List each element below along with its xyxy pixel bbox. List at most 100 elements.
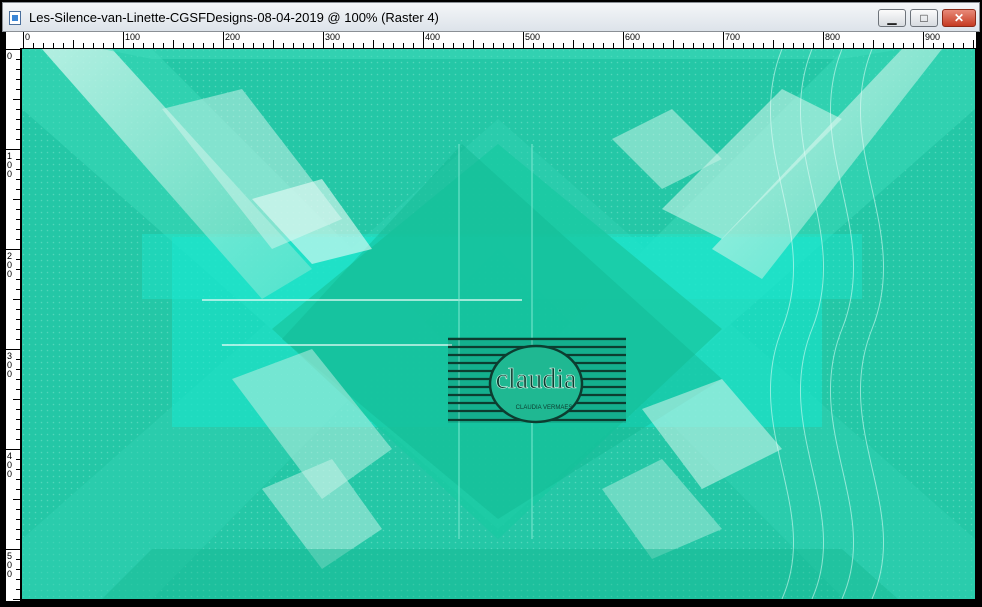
ruler-label: 500 [525,32,541,42]
ruler-tick [16,329,20,330]
ruler-tick [143,43,144,48]
ruler-tick [553,43,554,48]
horizontal-ruler[interactable]: 0 100 200 300 400 500 600 700 800 900 [20,32,976,49]
ruler-tick [16,469,20,470]
ruler-tick [13,599,20,600]
ruler-tick [16,79,20,80]
ruler-tick [653,43,654,48]
ruler-tick [16,429,20,430]
ruler-tick [483,43,484,48]
ruler-tick [393,43,394,48]
ruler-tick [16,419,20,420]
ruler-label: 0 [7,51,13,61]
ruler-tick [16,509,20,510]
maximize-icon: □ [920,11,928,25]
ruler-tick [563,43,564,48]
ruler-tick [703,43,704,48]
ruler-tick [16,269,20,270]
ruler-tick [953,43,954,48]
ruler-tick [16,289,20,290]
ruler-tick [16,439,20,440]
ruler-tick [16,179,20,180]
ruler-label: 200 [225,32,241,42]
ruler-tick [16,389,20,390]
ruler-tick [16,539,20,540]
ruler-tick [833,43,834,48]
image-canvas[interactable]: claudia CLAUDIA VERMAES [22,49,975,599]
ruler-tick [523,32,524,48]
ruler-tick [443,43,444,48]
ruler-tick [203,43,204,48]
ruler-tick [853,43,854,48]
ruler-tick [723,32,724,48]
ruler-label: 900 [925,32,941,42]
image-window: Les-Silence-van-Linette-CGSFDesigns-08-0… [0,0,982,607]
ruler-tick [923,32,924,48]
ruler-tick [16,69,20,70]
ruler-tick [463,43,464,48]
ruler-tick [373,40,374,48]
ruler-tick [193,43,194,48]
ruler-label: 300 [7,351,13,379]
ruler-tick [16,239,20,240]
ruler-tick [16,169,20,170]
ruler-tick [383,43,384,48]
ruler-tick [333,43,334,48]
ruler-tick [493,43,494,48]
ruler-label: 700 [725,32,741,42]
ruler-tick [773,40,774,48]
ruler-tick [263,43,264,48]
ruler-label: 300 [325,32,341,42]
ruler-tick [503,43,504,48]
ruler-tick [16,129,20,130]
ruler-label: 400 [7,451,13,479]
ruler-tick [243,43,244,48]
ruler-tick [603,43,604,48]
minimize-button[interactable]: ▁ [878,9,906,27]
ruler-tick [843,43,844,48]
ruler-label: 800 [825,32,841,42]
ruler-tick [53,43,54,48]
ruler-tick [73,40,74,48]
image-document-icon [9,11,21,25]
ruler-tick [733,43,734,48]
ruler-tick [33,43,34,48]
ruler-tick [883,43,884,48]
ruler-tick [16,259,20,260]
ruler-tick [6,49,20,50]
ruler-label: 100 [7,151,13,179]
ruler-tick [16,379,20,380]
ruler-tick [423,32,424,48]
ruler-tick [823,32,824,48]
vertical-ruler[interactable]: 0 100 200 300 400 500 [6,48,21,601]
title-bar[interactable]: Les-Silence-van-Linette-CGSFDesigns-08-0… [2,2,980,32]
ruler-label: 500 [7,551,13,579]
ruler-tick [223,32,224,48]
ruler-tick [83,43,84,48]
ruler-label: 600 [625,32,641,42]
close-button[interactable]: ✕ [942,9,976,27]
ruler-tick [16,309,20,310]
minimize-icon: ▁ [887,11,897,25]
ruler-tick [16,529,20,530]
ruler-tick [16,319,20,320]
ruler-tick [13,299,20,300]
ruler-tick [13,199,20,200]
ruler-tick [413,43,414,48]
ruler-tick [16,479,20,480]
ruler-tick [173,40,174,48]
ruler-tick [273,40,274,48]
ruler-tick [633,43,634,48]
ruler-tick [813,43,814,48]
close-icon: ✕ [953,11,965,25]
ruler-tick [363,43,364,48]
artwork: claudia CLAUDIA VERMAES [22,49,975,599]
ruler-tick [16,219,20,220]
ruler-tick [16,459,20,460]
ruler-tick [6,249,20,250]
ruler-tick [473,40,474,48]
ruler-tick [753,43,754,48]
watermark-subtitle: CLAUDIA VERMAES [516,405,573,411]
ruler-tick [863,43,864,48]
maximize-button[interactable]: □ [910,9,938,27]
